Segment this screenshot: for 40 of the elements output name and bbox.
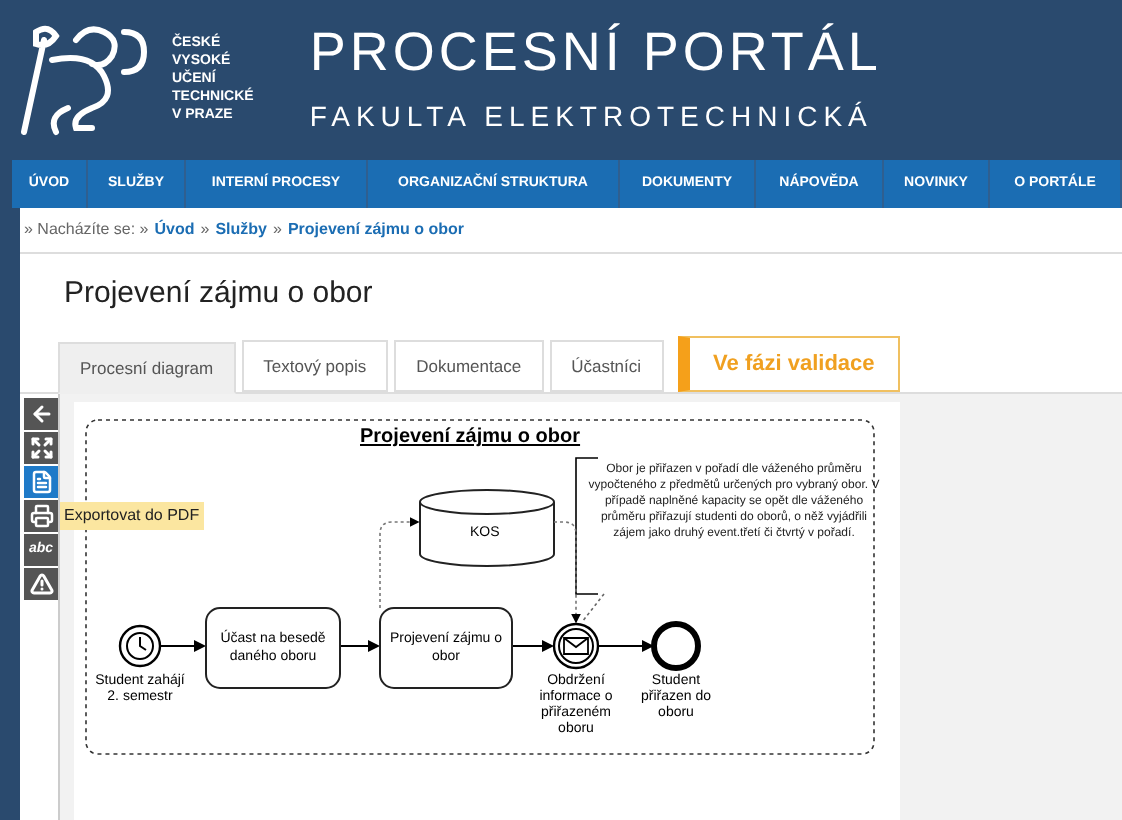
- page-title: Projevení zájmu o obor: [64, 273, 373, 314]
- start-event: [118, 624, 162, 668]
- document-icon: [29, 470, 53, 494]
- sequence-arrow: [511, 640, 554, 652]
- breadcrumb-link[interactable]: Služby: [215, 218, 267, 242]
- toolbar-button[interactable]: [24, 568, 58, 600]
- breadcrumb-separator: »: [273, 218, 282, 242]
- data-association-arrow: [379, 517, 420, 609]
- status-badge: Ve fázi validace: [677, 336, 901, 392]
- toolbar-button[interactable]: [24, 466, 58, 498]
- portal-title: PROCESNÍ PORTÁL: [309, 19, 882, 83]
- sequence-arrow: [159, 640, 206, 652]
- breadcrumb-link[interactable]: Úvod: [154, 218, 195, 242]
- tooltip: Exportovat do PDF: [60, 502, 204, 530]
- toolbar-button[interactable]: [24, 500, 58, 532]
- diagram-title: Projevení zájmu o obor: [360, 424, 581, 452]
- tab[interactable]: Textový popis: [241, 340, 389, 392]
- data-association-arrow: [553, 521, 581, 624]
- tab[interactable]: Účastníci: [549, 340, 664, 392]
- sequence-arrow: [339, 640, 380, 652]
- association-line: [581, 593, 605, 623]
- toolbar-button[interactable]: [24, 432, 58, 464]
- tab[interactable]: Procesní diagram: [58, 342, 236, 394]
- task-box: [379, 607, 513, 689]
- clock-icon: [126, 632, 154, 660]
- printer-icon: [29, 504, 53, 528]
- breadcrumb-label: » Nacházíte se: »: [24, 218, 149, 242]
- sequence-arrow: [597, 640, 654, 652]
- faculty-subtitle: FAKULTA ELEKTROTECHNICKÁ: [309, 97, 875, 135]
- fullscreen-icon: [29, 436, 53, 460]
- breadcrumb-link[interactable]: Projevení zájmu o obor: [287, 218, 464, 242]
- back-icon: [29, 402, 53, 426]
- tab[interactable]: Dokumentace: [394, 340, 544, 392]
- data-store-cylinder: [419, 489, 555, 567]
- end-event: [651, 621, 701, 671]
- toolbar-button[interactable]: [24, 398, 58, 430]
- warning-icon: [29, 572, 53, 596]
- task-box: [205, 607, 341, 689]
- breadcrumb-separator: »: [200, 218, 210, 242]
- message-event: [552, 622, 600, 670]
